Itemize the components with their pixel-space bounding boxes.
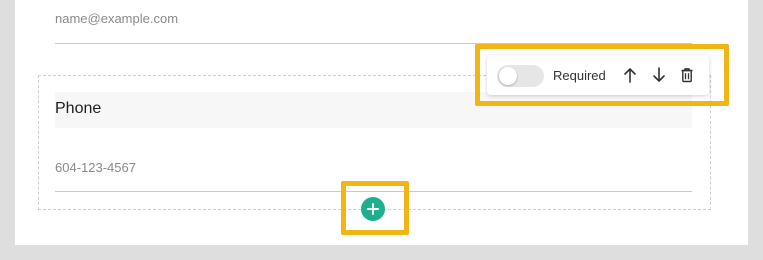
required-label: Required xyxy=(553,68,606,83)
trash-icon[interactable] xyxy=(678,65,696,85)
add-field-button[interactable] xyxy=(361,197,385,221)
phone-field-label[interactable]: Phone xyxy=(55,100,101,118)
arrow-down-icon[interactable] xyxy=(650,65,668,85)
field-toolbar: Required xyxy=(487,55,709,95)
toggle-knob xyxy=(499,67,517,85)
email-field-placeholder[interactable]: name@example.com xyxy=(55,11,178,26)
required-toggle[interactable] xyxy=(497,65,544,87)
phone-field-placeholder[interactable]: 604-123-4567 xyxy=(55,160,136,175)
plus-icon xyxy=(367,203,379,215)
arrow-up-icon[interactable] xyxy=(621,65,639,85)
